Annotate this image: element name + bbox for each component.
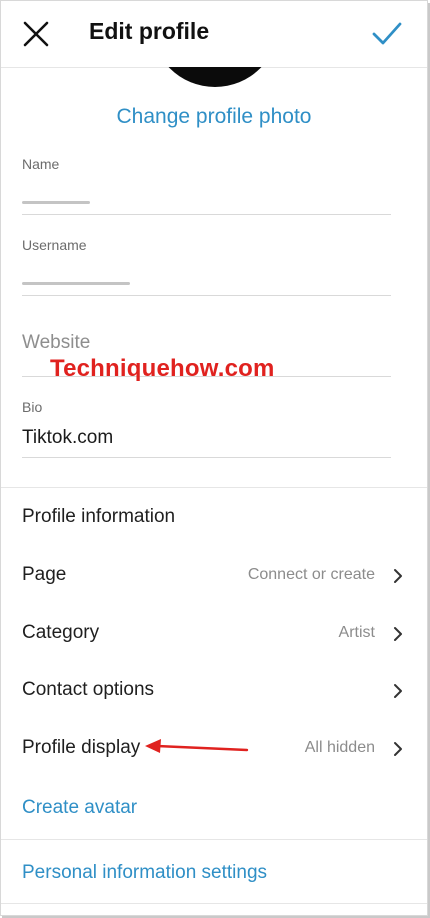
page-row-label: Page — [22, 564, 67, 585]
personal-information-settings-link[interactable]: Personal information settings — [22, 862, 267, 884]
category-row[interactable]: Category Artist — [22, 619, 405, 649]
watermark: Techniquehow.com — [50, 355, 275, 382]
chevron-right-icon — [394, 627, 402, 641]
checkmark-icon[interactable] — [371, 19, 403, 49]
create-avatar-link[interactable]: Create avatar — [22, 797, 137, 819]
contact-options-row-label: Contact options — [22, 679, 155, 700]
category-row-value: Artist — [338, 624, 375, 641]
page-row-value: Connect or create — [247, 566, 375, 583]
change-profile-photo-button[interactable]: Change profile photo — [1, 105, 427, 129]
section-divider — [1, 903, 427, 904]
header-bar: Edit profile — [1, 1, 427, 68]
username-field[interactable]: Username — [22, 237, 391, 297]
username-value-obscured — [22, 282, 130, 285]
username-underline — [22, 295, 391, 296]
edit-profile-screen: Edit profile Change profile photo Name U… — [0, 0, 428, 916]
chevron-right-icon — [394, 569, 402, 583]
name-label: Name — [22, 156, 60, 172]
profile-photo[interactable] — [151, 67, 279, 91]
name-value-obscured — [22, 201, 90, 204]
close-icon[interactable] — [21, 19, 51, 49]
avatar[interactable] — [151, 67, 279, 87]
bio-underline — [22, 457, 391, 458]
chevron-right-icon — [394, 684, 402, 698]
bio-value: Tiktok.com — [22, 427, 114, 448]
profile-display-row-value: All hidden — [304, 739, 375, 756]
page-title: Edit profile — [89, 18, 210, 44]
bio-field[interactable]: Bio Tiktok.com — [22, 399, 391, 459]
profile-display-row-label: Profile display — [22, 737, 141, 758]
name-underline — [22, 214, 391, 215]
page-row[interactable]: Page Connect or create — [22, 561, 405, 591]
username-label: Username — [22, 237, 87, 253]
contact-options-row[interactable]: Contact options — [22, 676, 405, 706]
bio-label: Bio — [22, 399, 43, 415]
annotation-arrow-icon — [145, 739, 249, 753]
section-divider — [1, 839, 427, 840]
section-divider — [1, 487, 427, 488]
chevron-right-icon — [394, 742, 402, 756]
name-field[interactable]: Name — [22, 156, 391, 216]
website-placeholder: Website — [22, 332, 91, 353]
category-row-label: Category — [22, 622, 100, 643]
profile-information-heading: Profile information — [22, 506, 176, 527]
